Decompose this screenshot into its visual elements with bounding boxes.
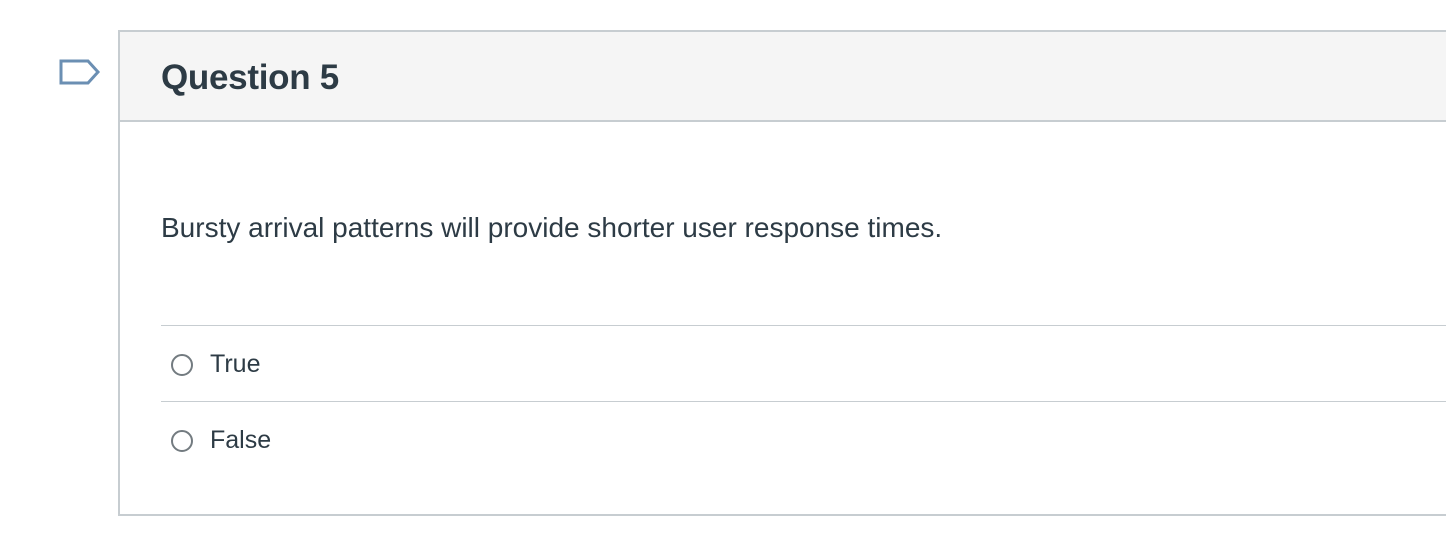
question-text: Bursty arrival patterns will provide sho… <box>161 212 943 243</box>
question-header: Question 5 <box>120 32 1446 122</box>
answer-label-true: True <box>210 349 261 378</box>
answer-option-false[interactable]: False <box>161 401 1446 477</box>
answer-option-true[interactable]: True <box>161 325 1446 401</box>
question-title: Question 5 <box>161 58 339 97</box>
radio-button-icon[interactable] <box>171 429 193 452</box>
question-card: Question 5 Bursty arrival patterns will … <box>118 30 1446 516</box>
radio-button-icon[interactable] <box>171 353 193 376</box>
flag-question-icon[interactable] <box>58 58 102 92</box>
answer-list: True False <box>161 325 1446 477</box>
answer-label-false: False <box>210 425 272 454</box>
